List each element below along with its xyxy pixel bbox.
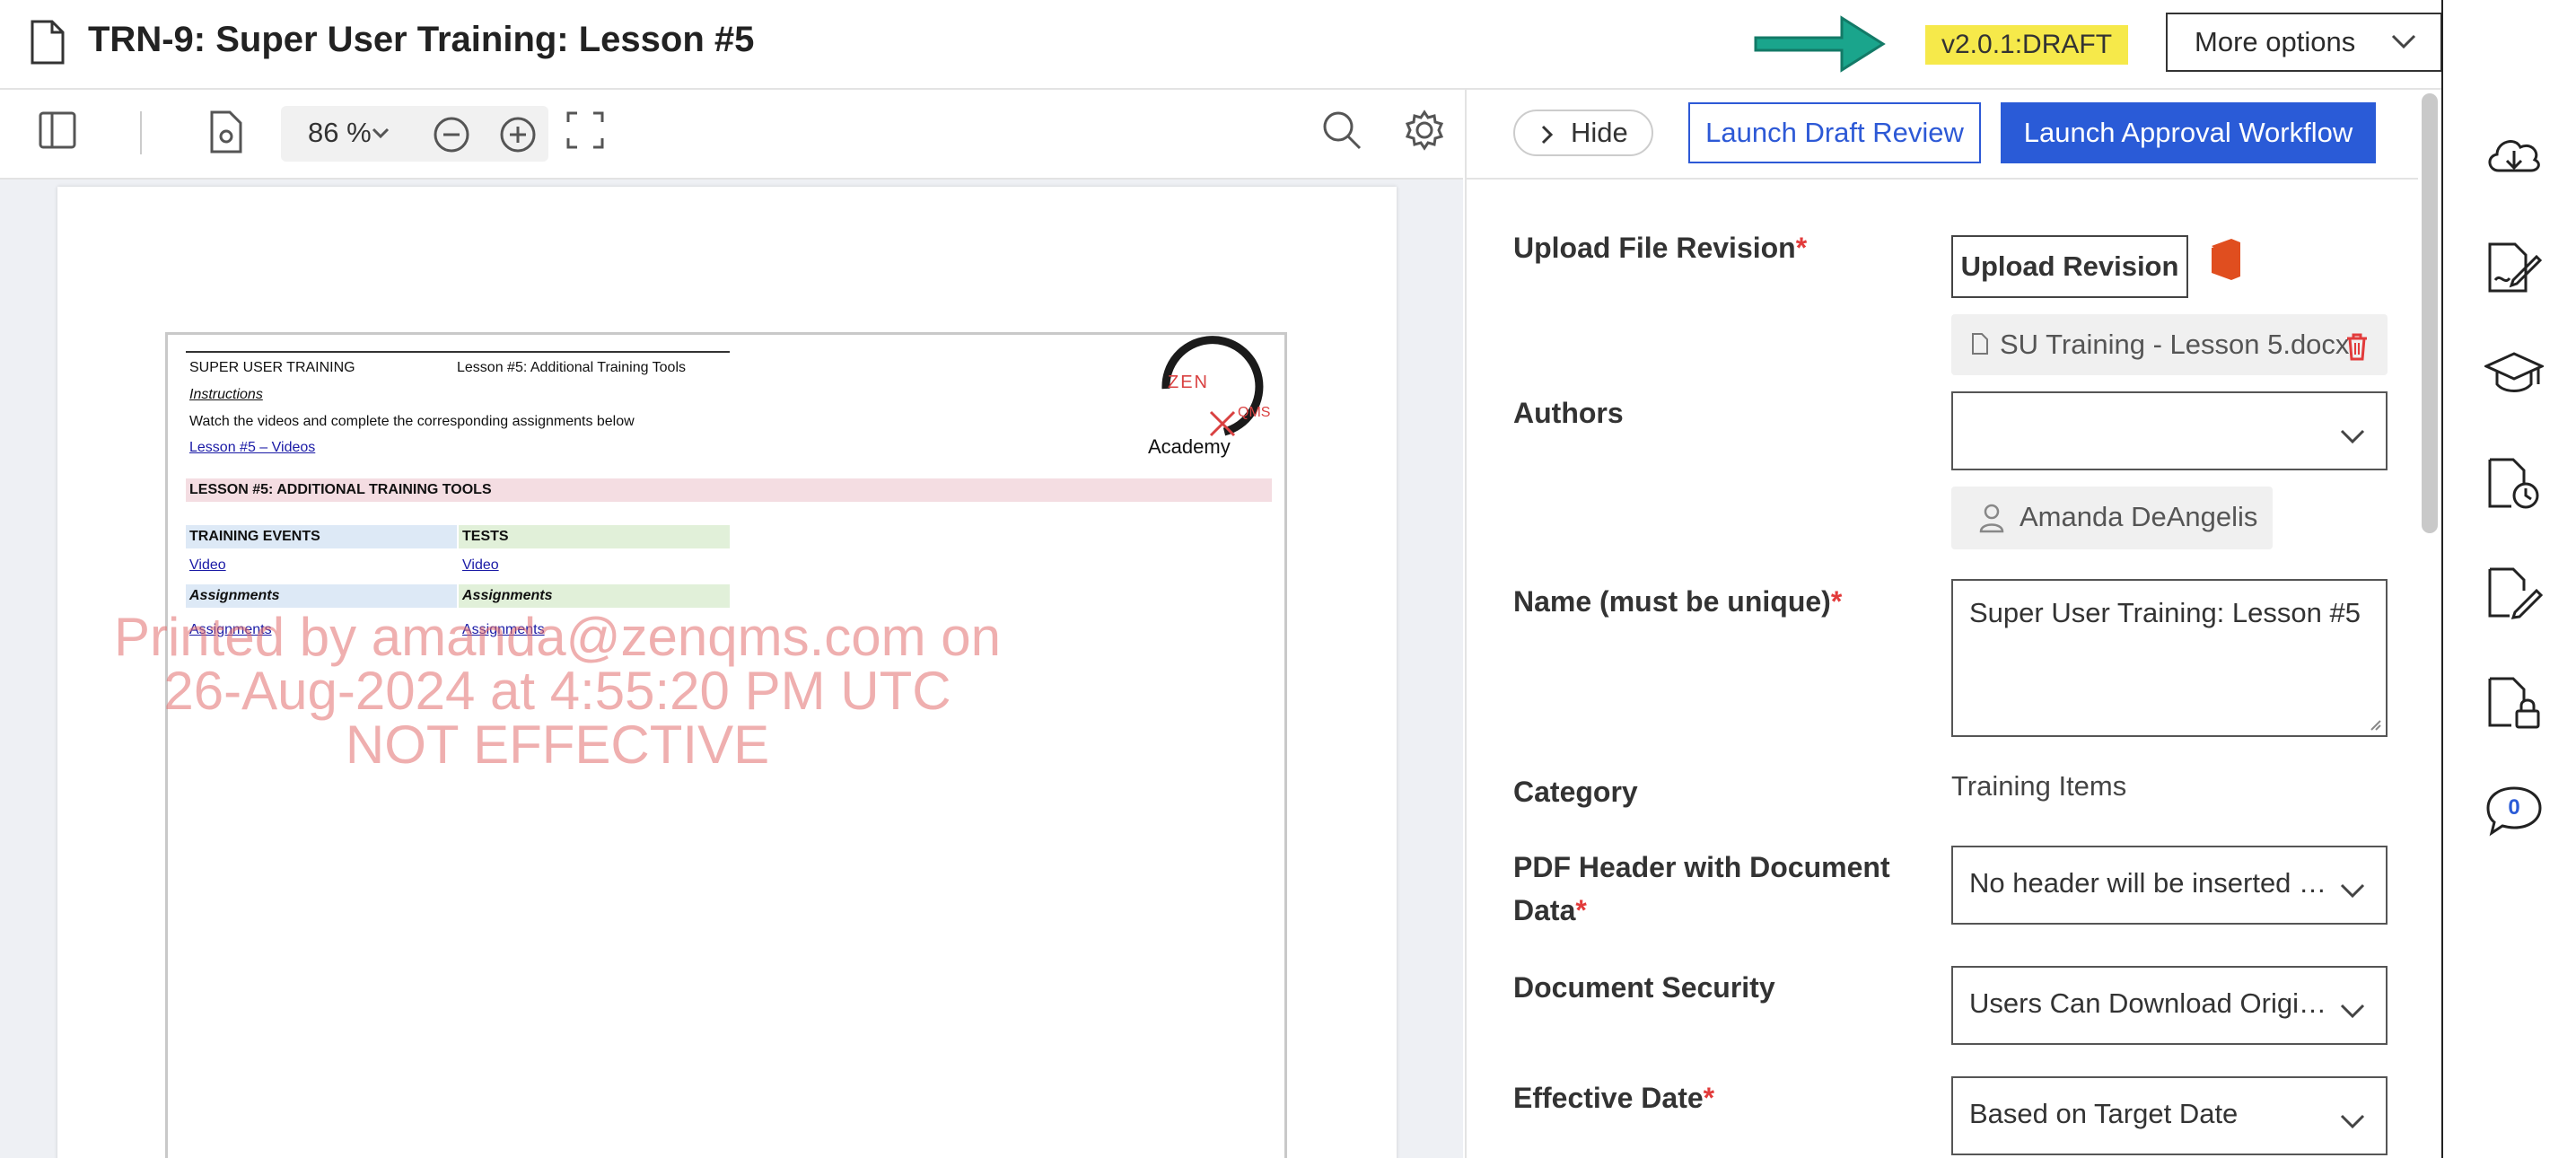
chevron-down-icon[interactable] xyxy=(371,126,390,140)
launch-approval-workflow-button[interactable]: Launch Approval Workflow xyxy=(2001,102,2376,163)
effective-date-value: Based on Target Date xyxy=(1969,1098,2239,1129)
hide-panel-button[interactable]: Hide xyxy=(1513,110,1653,156)
upload-file-revision-label: Upload File Revision* xyxy=(1513,232,1808,264)
col2-video-link[interactable]: Video xyxy=(462,557,499,574)
user-icon xyxy=(1978,503,2005,533)
sidebar-toggle-icon[interactable] xyxy=(38,110,77,151)
chevron-down-icon xyxy=(2339,882,2366,899)
comment-count: 0 xyxy=(2508,795,2520,820)
chevron-right-icon xyxy=(1541,125,1554,145)
trash-icon[interactable] xyxy=(2344,332,2370,361)
viewer-toolbar: 86 % xyxy=(0,90,1463,180)
doc-header-left: SUPER USER TRAINING xyxy=(189,360,355,375)
zoom-in-icon[interactable] xyxy=(498,115,538,154)
office-icon[interactable] xyxy=(2208,237,2244,282)
document-page: SUPER USER TRAINING Lesson #5: Additiona… xyxy=(57,187,1397,1158)
watermark-line-2: 26-Aug-2024 at 4:55:20 PM UTC xyxy=(163,661,951,721)
top-bar: TRN-9: Super User Training: Lesson #5 v2… xyxy=(0,0,2532,90)
effective-date-select[interactable]: Based on Target Date xyxy=(1951,1076,2388,1155)
category-value: Training Items xyxy=(1951,770,2127,802)
col1-video-link[interactable]: Video xyxy=(189,557,226,574)
graduation-cap-icon[interactable] xyxy=(2484,348,2544,399)
more-options-label: More options xyxy=(2195,26,2356,57)
panel-scrollbar[interactable] xyxy=(2422,93,2438,533)
name-value: Super User Training: Lesson #5 xyxy=(1969,597,2361,628)
document-edit-icon[interactable] xyxy=(2484,566,2544,619)
pdf-header-label: PDF Header with Document Data* xyxy=(1513,851,1890,926)
document-lock-icon[interactable] xyxy=(2484,675,2544,729)
fullscreen-icon[interactable] xyxy=(565,110,605,151)
file-name[interactable]: SU Training - Lesson 5.docx xyxy=(2000,329,2349,361)
gear-icon[interactable] xyxy=(1404,110,1445,151)
version-badge: v2.0.1:DRAFT xyxy=(1925,25,2129,65)
chevron-down-icon xyxy=(2339,1002,2366,1020)
cloud-download-icon[interactable] xyxy=(2484,131,2544,180)
name-textarea[interactable]: Super User Training: Lesson #5 xyxy=(1951,579,2388,737)
comments-icon[interactable]: 0 xyxy=(2484,783,2544,837)
file-icon xyxy=(1971,332,1989,355)
doc-header-right: Lesson #5: Additional Training Tools xyxy=(457,360,686,375)
chevron-down-icon xyxy=(2339,427,2366,445)
zoom-control: 86 % xyxy=(281,106,548,162)
effective-date-label: Effective Date* xyxy=(1513,1082,1715,1114)
arrow-right-icon xyxy=(1752,11,1887,77)
pdf-header-select[interactable]: No header will be inserted i… xyxy=(1951,846,2388,925)
hide-label: Hide xyxy=(1571,117,1628,148)
instructions-text: Watch the videos and complete the corres… xyxy=(189,414,635,429)
authors-select[interactable] xyxy=(1951,391,2388,470)
category-label: Category xyxy=(1513,776,1638,808)
page-title: TRN-9: Super User Training: Lesson #5 xyxy=(88,20,755,59)
upload-revision-button[interactable]: Upload Revision xyxy=(1951,235,2188,298)
document-security-value: Users Can Download Origi… xyxy=(1969,987,2326,1019)
col1-assign-heading: Assignments xyxy=(189,588,280,603)
col2-header: TESTS xyxy=(462,529,509,544)
logo-sub: Academy xyxy=(1148,435,1231,458)
logo-text: ZEN xyxy=(1168,373,1209,392)
file-chip: SU Training - Lesson 5.docx xyxy=(1951,314,2388,375)
chevron-down-icon xyxy=(2339,1112,2366,1130)
col2-assign-heading: Assignments xyxy=(462,588,553,603)
authors-label: Authors xyxy=(1513,397,1624,429)
zen-academy-logo: ZEN QMS Academy xyxy=(1139,335,1274,469)
zoom-out-icon[interactable] xyxy=(432,115,471,154)
panel-divider xyxy=(1467,178,2418,180)
launch-draft-review-button[interactable]: Launch Draft Review xyxy=(1688,102,1981,163)
author-name: Amanda DeAngelis xyxy=(2020,501,2258,532)
document-history-icon[interactable] xyxy=(2484,456,2544,510)
document-viewer[interactable]: SUPER USER TRAINING Lesson #5: Additiona… xyxy=(0,180,1463,1158)
watermark-line-3: NOT EFFECTIVE xyxy=(345,715,770,775)
name-label: Name (must be unique)* xyxy=(1513,585,1843,618)
search-icon[interactable] xyxy=(1321,110,1362,151)
logo-qms: QMS xyxy=(1238,405,1271,420)
document-icon xyxy=(29,20,65,65)
watermark-line-1: Printed by amanda@zenqms.com on xyxy=(113,607,1002,667)
page-settings-icon[interactable] xyxy=(208,110,244,154)
videos-link[interactable]: Lesson #5 – Videos xyxy=(189,440,315,456)
col1-header: TRAINING EVENTS xyxy=(189,529,320,544)
header-rule xyxy=(186,351,730,353)
instructions-heading: Instructions xyxy=(189,387,263,402)
resize-handle-icon[interactable] xyxy=(2368,717,2382,732)
zoom-select[interactable]: 86 % xyxy=(308,117,372,149)
document-content: SUPER USER TRAINING Lesson #5: Additiona… xyxy=(114,332,1287,1158)
document-security-label: Document Security xyxy=(1513,971,1775,1004)
document-signature-icon[interactable] xyxy=(2484,241,2544,294)
document-security-select[interactable]: Users Can Download Origi… xyxy=(1951,966,2388,1045)
chevron-down-icon xyxy=(2390,32,2417,50)
pdf-header-value: No header will be inserted i… xyxy=(1969,867,2328,899)
right-rail: 0 xyxy=(2441,0,2576,1158)
section-title: LESSON #5: ADDITIONAL TRAINING TOOLS xyxy=(189,482,492,497)
properties-panel: Hide Launch Draft Review Launch Approval… xyxy=(1465,90,2443,1158)
author-chip[interactable]: Amanda DeAngelis xyxy=(1951,487,2273,549)
more-options-button[interactable]: More options xyxy=(2166,13,2442,72)
toolbar-divider xyxy=(140,111,142,154)
